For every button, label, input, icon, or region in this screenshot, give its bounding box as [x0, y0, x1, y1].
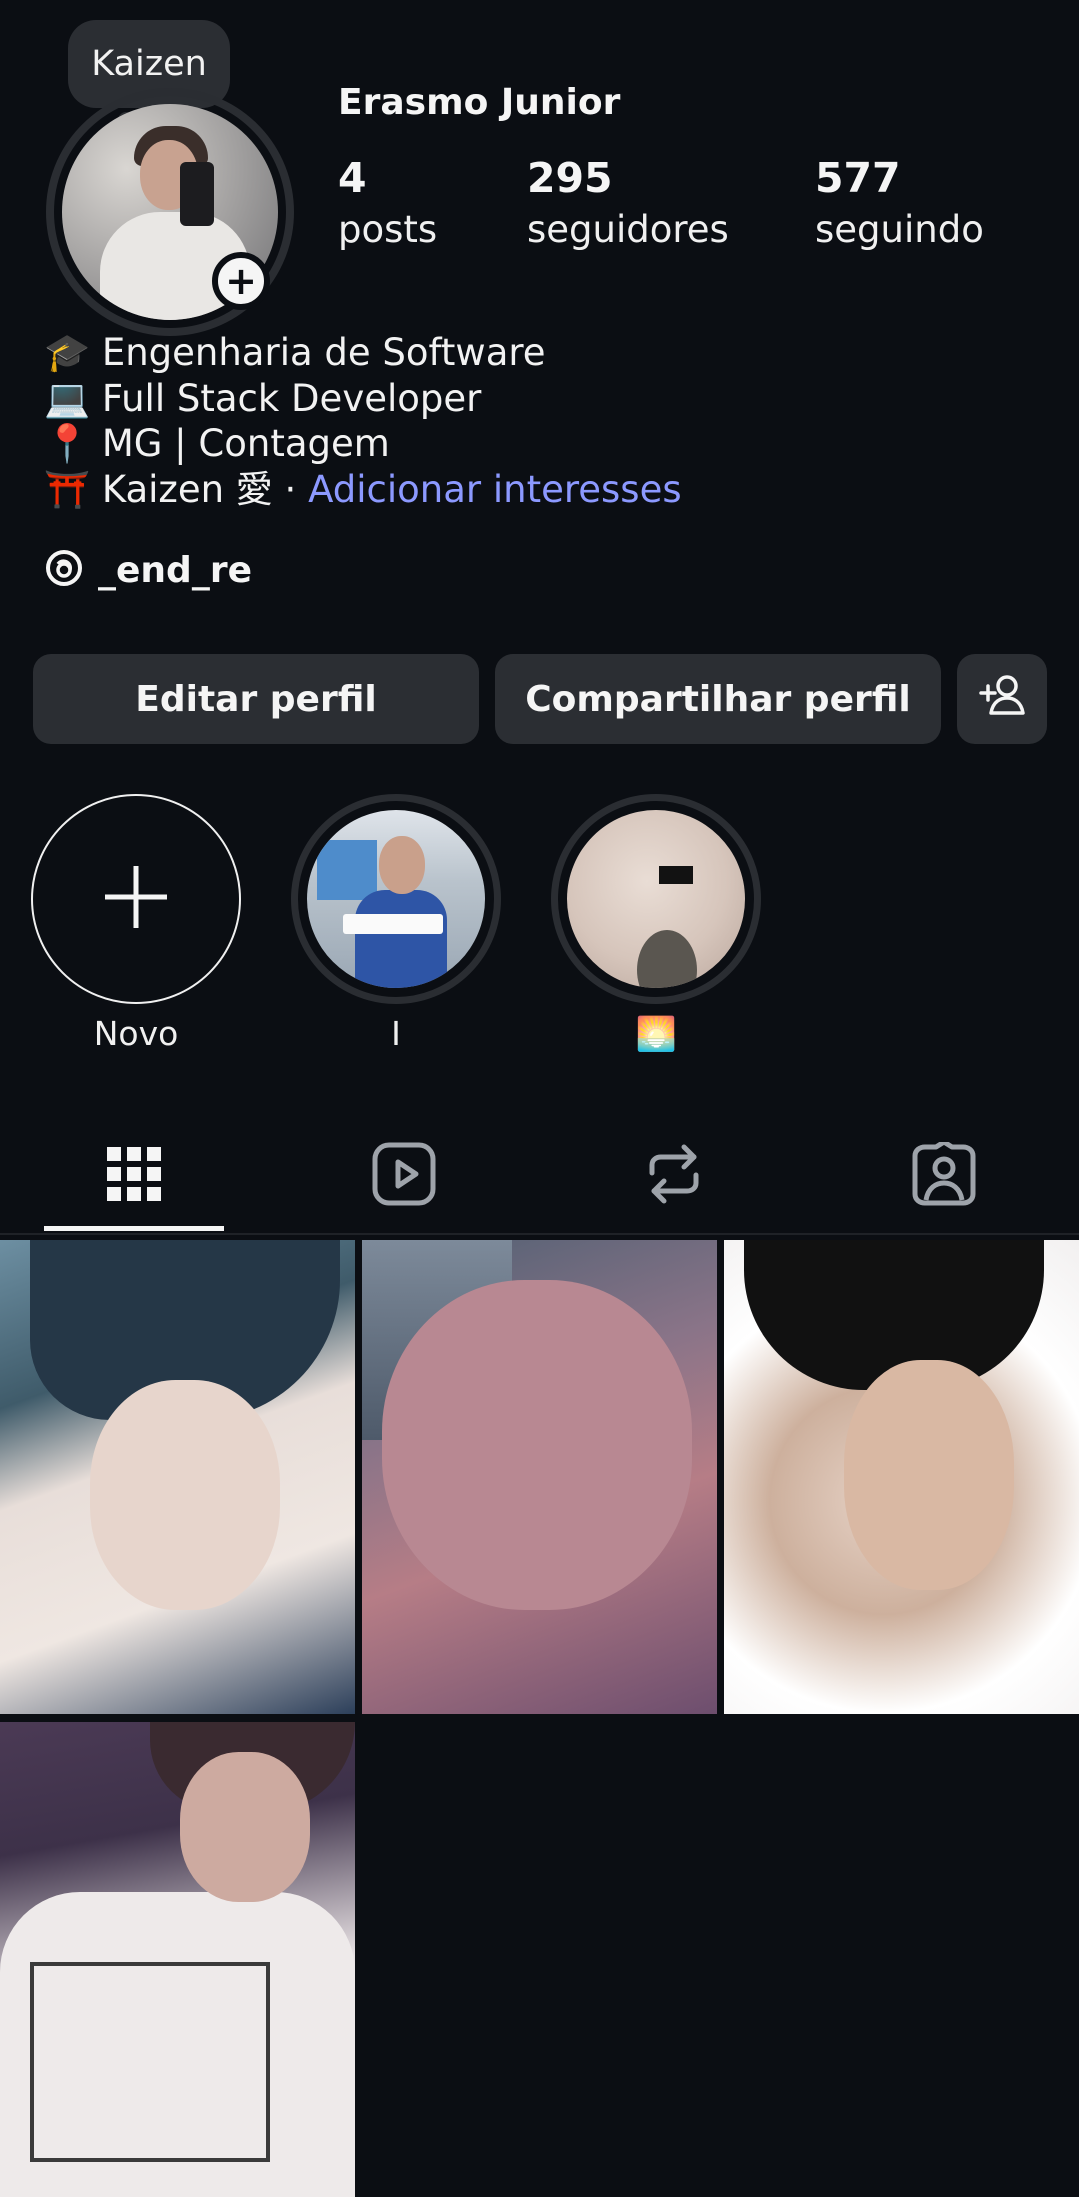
stat-posts-value: 4	[338, 154, 367, 202]
threads-link[interactable]: _end_re	[44, 548, 252, 592]
stat-following-label: seguindo	[815, 208, 984, 251]
reels-icon	[372, 1142, 436, 1210]
highlight-cover-image	[567, 810, 745, 988]
highlight-new[interactable]: Novo	[31, 794, 241, 1053]
edit-profile-button[interactable]: Editar perfil	[33, 654, 479, 744]
threads-handle: _end_re	[98, 549, 252, 591]
tab-posts-grid[interactable]	[44, 1120, 224, 1232]
post-thumbnail[interactable]	[0, 1722, 355, 2197]
profile-bio: 🎓 Engenharia de Software 💻 Full Stack De…	[44, 330, 682, 512]
stat-posts-label: posts	[338, 208, 438, 251]
highlight-cover-ring	[551, 794, 761, 1004]
stat-followers-label: seguidores	[527, 208, 729, 251]
note-text: Kaizen	[91, 44, 207, 84]
post-thumbnail[interactable]	[0, 1240, 355, 1714]
bio-line: ⛩️ Kaizen 愛 · Adicionar interesses	[44, 467, 682, 513]
highlight-cover-ring	[291, 794, 501, 1004]
profile-page: Kaizen + Erasmo Junior 4 posts 295 segui…	[0, 0, 1079, 2197]
stat-followers-value: 295	[527, 154, 613, 202]
highlight-cover-image	[307, 810, 485, 988]
bio-line: 🎓 Engenharia de Software	[44, 331, 546, 374]
highlight-label: I	[391, 1014, 401, 1053]
highlight-item[interactable]: I	[291, 794, 501, 1053]
tab-tagged[interactable]	[854, 1120, 1034, 1232]
stat-following-value: 577	[815, 154, 901, 202]
share-profile-label: Compartilhar perfil	[525, 678, 911, 720]
bio-line: 💻 Full Stack Developer	[44, 376, 482, 420]
stat-following[interactable]: 577 seguindo	[815, 154, 984, 251]
plus-icon	[99, 860, 173, 938]
share-profile-button[interactable]: Compartilhar perfil	[495, 654, 941, 744]
profile-username: Erasmo Junior	[338, 82, 621, 123]
tabs-divider	[0, 1233, 1079, 1235]
discover-people-button[interactable]	[957, 654, 1047, 744]
highlight-label: 🌅	[635, 1014, 677, 1053]
tab-reposts[interactable]	[584, 1120, 764, 1232]
stat-followers[interactable]: 295 seguidores	[527, 154, 729, 251]
profile-tabs	[0, 1120, 1079, 1232]
highlight-label: Novo	[93, 1014, 179, 1053]
post-thumbnail[interactable]	[724, 1240, 1079, 1714]
grid-icon	[107, 1147, 161, 1205]
threads-icon	[44, 548, 84, 592]
post-thumbnail[interactable]	[362, 1240, 717, 1714]
highlight-item[interactable]: 🌅	[551, 794, 761, 1054]
new-highlight-circle	[31, 794, 241, 1004]
tab-reels[interactable]	[314, 1120, 494, 1232]
add-interests-link[interactable]: Adicionar interesses	[308, 468, 682, 511]
reposts-icon	[644, 1143, 704, 1209]
tagged-icon	[912, 1139, 976, 1210]
add-story-icon[interactable]: +	[212, 252, 270, 310]
bio-line: 📍 MG | Contagem	[44, 422, 390, 465]
bio-line-text: ⛩️ Kaizen 愛 ·	[44, 467, 309, 511]
add-person-icon	[977, 673, 1027, 726]
active-tab-indicator	[44, 1226, 224, 1231]
edit-profile-label: Editar perfil	[135, 678, 377, 720]
stat-posts[interactable]: 4 posts	[338, 154, 437, 251]
